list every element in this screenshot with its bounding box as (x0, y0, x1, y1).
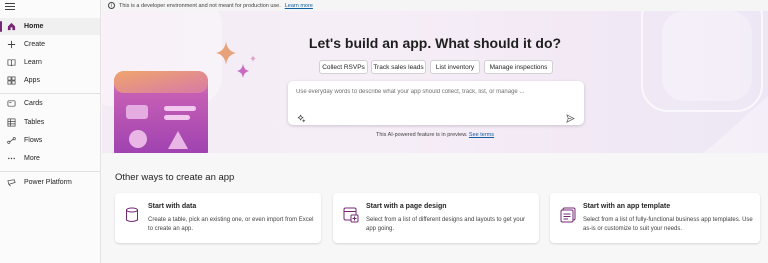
card-title: Start with data (148, 203, 197, 210)
nav-item-label: Flows (24, 137, 43, 144)
send-icon[interactable] (566, 110, 575, 128)
suggestion-chip-track-sales-leads[interactable]: Track sales leads (371, 60, 426, 74)
apps-icon (4, 76, 18, 85)
nav-item-label: Create (24, 41, 46, 48)
table-icon (4, 118, 18, 127)
nav-item-label: Home (24, 23, 44, 30)
preview-note: This AI-powered feature is in preview. S… (102, 132, 768, 138)
suggestion-chip-list-inventory[interactable]: List inventory (430, 60, 480, 74)
more-icon (4, 154, 18, 163)
preview-note-text: This AI-powered feature is in preview. (375, 132, 468, 138)
nav-item-learn[interactable]: Learn (0, 54, 100, 71)
nav-item-flows[interactable]: Flows (0, 132, 100, 149)
nav-item-label: Learn (24, 59, 42, 66)
power-platform-icon (4, 178, 18, 187)
nav-item-label: Cards (24, 100, 43, 107)
hamburger-menu-icon[interactable] (5, 3, 15, 11)
home-icon (4, 22, 18, 31)
other-ways-title: Other ways to create an app (115, 172, 235, 183)
nav-item-tables[interactable]: Tables (0, 114, 100, 131)
see-terms-link[interactable]: See terms (469, 132, 494, 138)
start-with-app-template-card[interactable]: Start with an app template Select from a… (550, 193, 760, 243)
dev-environment-banner: i This is a developer environment and no… (102, 0, 768, 11)
nav-item-power-platform[interactable]: Power Platform (0, 174, 100, 191)
start-with-data-card[interactable]: Start with data Create a table, pick an … (115, 193, 321, 243)
suggestion-chip-collect-rsvps[interactable]: Collect RSVPs (319, 60, 368, 74)
nav-item-create[interactable]: Create (0, 36, 100, 53)
nav-item-cards[interactable]: Cards (0, 95, 100, 112)
nav-item-label: Apps (24, 77, 40, 84)
plus-icon (4, 40, 18, 49)
copilot-prompt-input[interactable] (296, 87, 566, 97)
card-description: Select from a list of fully-functional b… (583, 217, 753, 232)
copilot-prompt-box (288, 81, 584, 125)
dev-banner-text: This is a developer environment and not … (119, 2, 281, 9)
left-nav: Home Create Learn Apps Cards Tables Flow… (0, 0, 101, 263)
card-description: Create a table, pick an existing one, or… (148, 217, 314, 232)
nav-divider (0, 93, 100, 94)
nav-divider (0, 171, 100, 172)
app-template-icon (560, 207, 576, 228)
database-icon (125, 207, 139, 228)
cards-icon (4, 99, 18, 108)
page-design-icon (343, 207, 359, 228)
start-with-page-design-card[interactable]: Start with a page design Select from a l… (333, 193, 539, 243)
info-icon: i (108, 2, 115, 9)
nav-item-label: More (24, 155, 40, 162)
suggestion-chip-manage-inspections[interactable]: Manage inspections (484, 60, 553, 74)
hero-title: Let's build an app. What should it do? (308, 35, 562, 51)
copilot-hero: Let's build an app. What should it do? C… (102, 11, 768, 153)
nav-item-home[interactable]: Home (0, 18, 100, 35)
sparkle-attach-icon[interactable] (297, 110, 306, 128)
book-icon (4, 58, 18, 67)
card-description: Select from a list of different designs … (366, 217, 525, 232)
card-title: Start with an app template (583, 203, 671, 210)
card-title: Start with a page design (366, 203, 447, 210)
flow-icon (4, 136, 18, 145)
nav-item-more[interactable]: More (0, 150, 100, 167)
nav-item-label: Tables (24, 119, 45, 126)
nav-item-apps[interactable]: Apps (0, 72, 100, 89)
nav-item-label: Power Platform (24, 179, 72, 186)
learn-more-link[interactable]: Learn more (285, 3, 313, 9)
